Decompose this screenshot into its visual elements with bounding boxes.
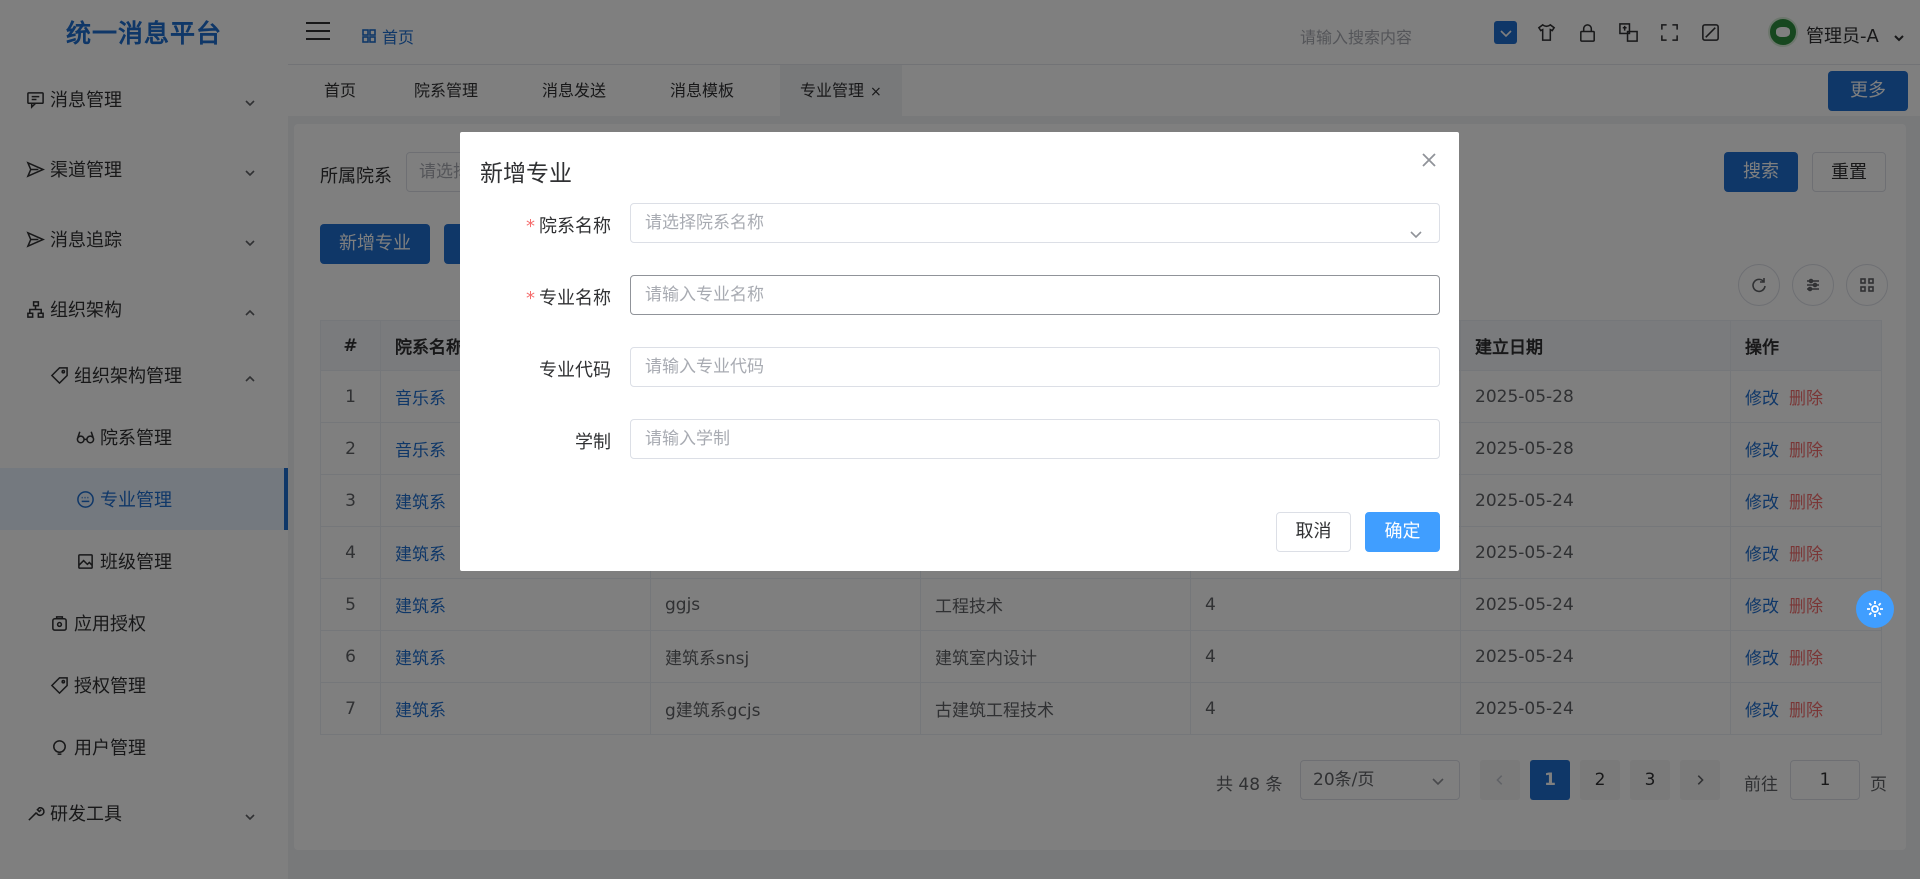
required-mark: * <box>526 288 535 309</box>
major-name-input[interactable]: 请输入专业名称 <box>630 275 1440 315</box>
dialog-title: 新增专业 <box>480 161 572 187</box>
confirm-button[interactable]: 确定 <box>1365 512 1440 552</box>
field-label: * 院系名称 <box>526 216 611 237</box>
chevron-down-icon <box>1409 217 1423 239</box>
cancel-button[interactable]: 取消 <box>1276 512 1351 552</box>
form-row-major-code: 专业代码 请输入专业代码 <box>460 347 1459 387</box>
required-mark: * <box>526 216 535 237</box>
department-name-select[interactable]: 请选择院系名称 <box>630 203 1440 243</box>
field-label: 专业代码 <box>539 360 611 381</box>
field-label: 学制 <box>575 432 611 453</box>
major-code-input[interactable]: 请输入专业代码 <box>630 347 1440 387</box>
form-row-duration: 学制 请输入学制 <box>460 419 1459 459</box>
select-placeholder: 请选择院系名称 <box>645 213 764 233</box>
field-label: * 专业名称 <box>526 288 611 309</box>
close-icon[interactable] <box>1421 152 1437 168</box>
duration-input[interactable]: 请输入学制 <box>630 419 1440 459</box>
form-row-department: * 院系名称 请选择院系名称 <box>460 203 1459 243</box>
add-major-dialog: 新增专业 * 院系名称 请选择院系名称 * 专业名称 请输入专业名称 专业代码 请输… <box>460 132 1459 571</box>
form-row-major-name: * 专业名称 请输入专业名称 <box>460 275 1459 315</box>
gear-icon <box>1867 601 1883 617</box>
settings-float-button[interactable] <box>1856 590 1894 628</box>
